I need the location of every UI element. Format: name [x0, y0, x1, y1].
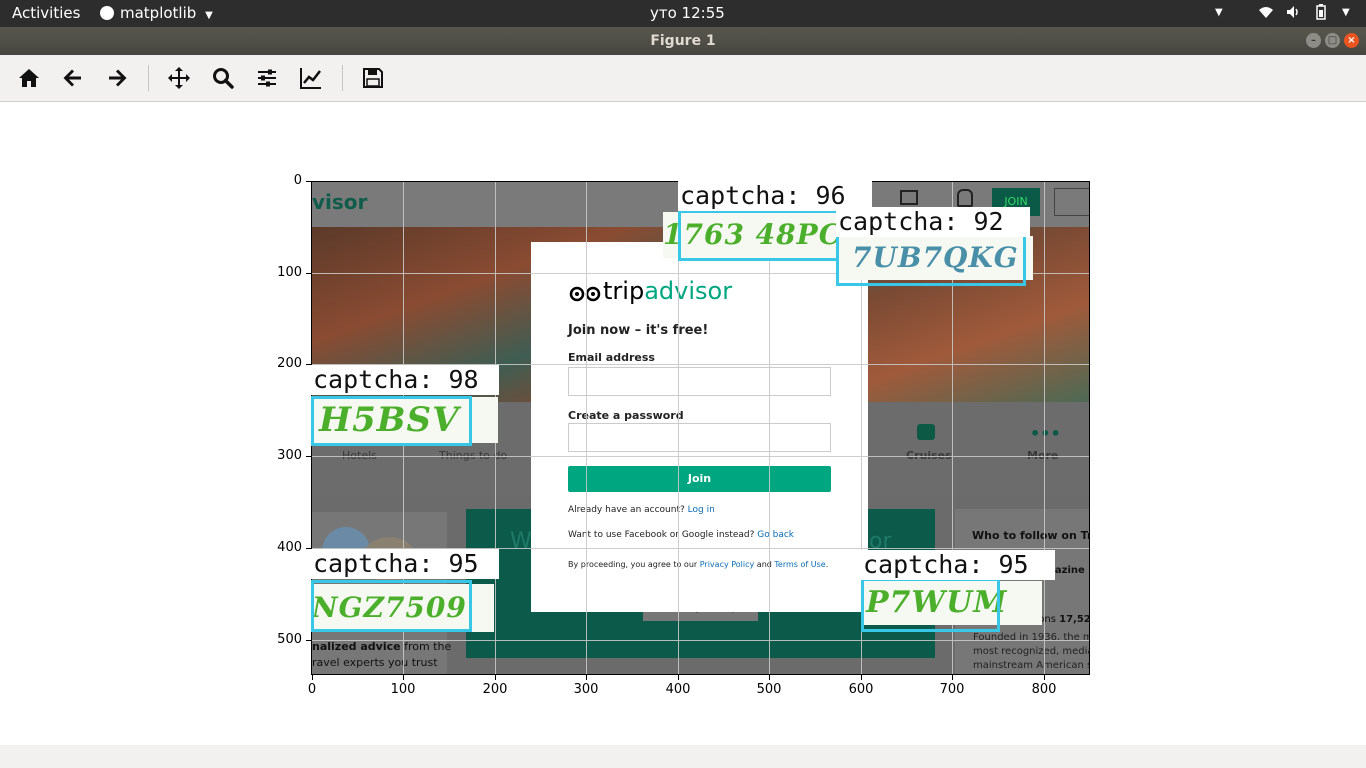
status-bar: [0, 745, 1366, 768]
y-tick-label: 400: [277, 540, 302, 555]
wifi-icon[interactable]: [1258, 4, 1274, 24]
y-tick-label: 200: [277, 356, 302, 371]
detection-label: captcha: 95: [861, 550, 1055, 580]
y-tick-label: 300: [277, 448, 302, 463]
edit-axis-icon[interactable]: [296, 63, 326, 93]
configure-subplots-icon[interactable]: [252, 63, 282, 93]
maximize-icon[interactable]: □: [1325, 33, 1340, 48]
detection-box: [311, 580, 472, 632]
x-tick-label: 100: [390, 682, 416, 697]
detection-label: captcha: 95: [311, 549, 499, 579]
toolbar-separator: [342, 65, 343, 91]
x-tick-mark: [678, 675, 679, 680]
minimize-icon[interactable]: –: [1306, 33, 1321, 48]
matplotlib-toolbar: [0, 55, 1366, 102]
pan-icon[interactable]: [164, 63, 194, 93]
detection-label: captcha: 92: [836, 207, 1030, 237]
home-icon[interactable]: [14, 63, 44, 93]
x-tick-label: 400: [665, 682, 691, 697]
x-tick-mark: [403, 675, 404, 680]
x-tick-mark: [952, 675, 953, 680]
x-tick-label: 700: [939, 682, 965, 697]
x-tick-label: 0: [307, 682, 317, 697]
x-tick-label: 200: [482, 682, 508, 697]
detection-label: captcha: 98: [311, 365, 499, 395]
x-tick-label: 800: [1031, 682, 1057, 697]
system-top-bar: Activities matplotlib ▼ уто 12:55 ▼ ▼: [0, 0, 1366, 27]
window-title-bar: Figure 1 – □ ×: [0, 27, 1366, 55]
save-icon[interactable]: [358, 63, 388, 93]
detection-box: [836, 234, 1026, 286]
x-tick-label: 500: [756, 682, 782, 697]
back-icon[interactable]: [58, 63, 88, 93]
detection-box: [678, 210, 843, 261]
forward-icon[interactable]: [102, 63, 132, 93]
y-tick-label: 100: [277, 265, 302, 280]
x-tick-label: 300: [573, 682, 599, 697]
detection-box: [311, 396, 472, 446]
y-tick-label: 0: [293, 173, 302, 188]
y-tick-label: 500: [277, 632, 302, 647]
chevron-down-icon[interactable]: ▼: [1215, 7, 1223, 18]
chevron-down-icon: ▼: [205, 10, 213, 21]
x-tick-mark: [1044, 675, 1045, 680]
x-tick-mark: [586, 675, 587, 680]
chevron-down-icon[interactable]: ▼: [1342, 7, 1350, 18]
app-name: matplotlib: [120, 4, 197, 22]
x-tick-mark: [495, 675, 496, 680]
zoom-icon[interactable]: [208, 63, 238, 93]
matplotlib-logo-icon: [100, 6, 114, 20]
detection-box: [861, 578, 1000, 632]
x-tick-mark: [312, 675, 313, 680]
battery-icon[interactable]: [1315, 4, 1327, 24]
close-icon[interactable]: ×: [1344, 33, 1359, 48]
volume-icon[interactable]: [1285, 4, 1301, 24]
x-tick-mark: [769, 675, 770, 680]
window-title: Figure 1: [650, 33, 716, 49]
app-menu[interactable]: matplotlib ▼: [100, 4, 213, 22]
toolbar-separator: [148, 65, 149, 91]
x-tick-mark: [861, 675, 862, 680]
activities-button[interactable]: Activities: [12, 4, 80, 22]
clock[interactable]: уто 12:55: [650, 4, 725, 22]
x-tick-label: 600: [848, 682, 874, 697]
